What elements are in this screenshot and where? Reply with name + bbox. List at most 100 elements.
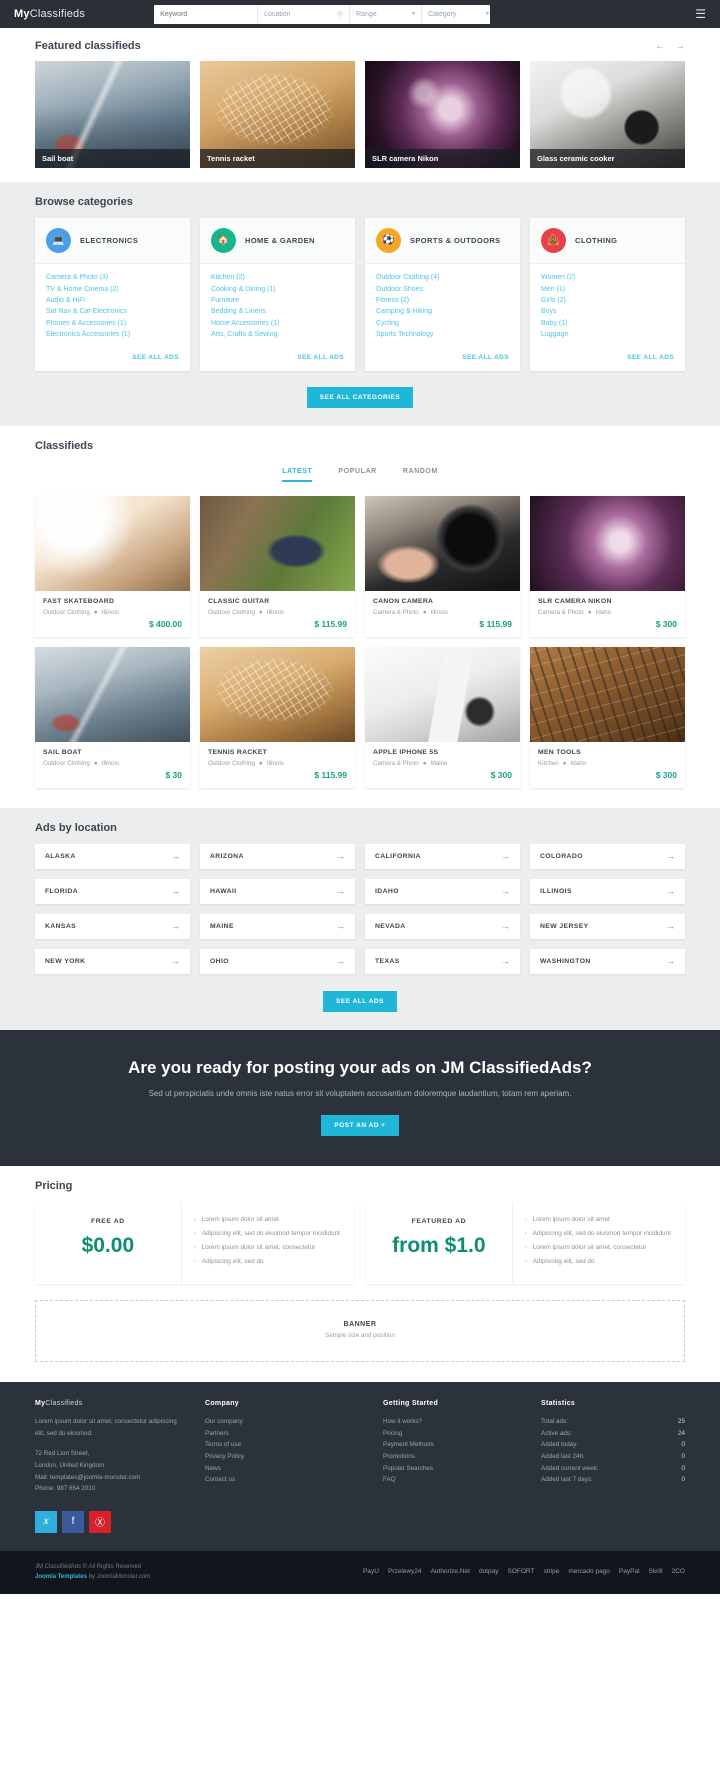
- featured-card[interactable]: Glass ceramic cooker: [530, 61, 685, 168]
- category-select[interactable]: Category ▾: [422, 4, 491, 24]
- category-link[interactable]: Electronics Accessories (1): [46, 329, 179, 340]
- footer-link[interactable]: News: [205, 1463, 365, 1475]
- footer-link[interactable]: FAQ: [383, 1474, 523, 1486]
- footer-link[interactable]: Privacy Policy: [205, 1451, 365, 1463]
- classified-card[interactable]: SAIL BOAT Outdoor Clothing ● Illinois $ …: [35, 647, 190, 789]
- location-item[interactable]: OHIO →: [200, 949, 355, 975]
- post-an-ad-button[interactable]: POST AN AD +: [321, 1115, 399, 1137]
- crosshair-icon[interactable]: ◎: [337, 11, 343, 18]
- category-link[interactable]: Kitchen (2): [211, 272, 344, 283]
- location-item[interactable]: MAINE →: [200, 914, 355, 940]
- category-link[interactable]: Camping & Hiking: [376, 306, 509, 317]
- chevron-down-icon[interactable]: ▾: [412, 11, 416, 18]
- location-item[interactable]: IDAHO →: [365, 879, 520, 905]
- range-select[interactable]: Range ▾: [350, 4, 423, 24]
- classified-card[interactable]: TENNIS RACKET Outdoor Clothing ● Illinoi…: [200, 647, 355, 789]
- category-link[interactable]: Luggage: [541, 329, 674, 340]
- location-item[interactable]: NEVADA →: [365, 914, 520, 940]
- statistic-value: 0: [681, 1464, 685, 1472]
- classified-card[interactable]: SLR CAMERA NIKON Camera & Photo ● Idaho …: [530, 496, 685, 638]
- location-item[interactable]: FLORIDA →: [35, 879, 190, 905]
- location-item[interactable]: KANSAS →: [35, 914, 190, 940]
- classified-card[interactable]: APPLE IPHONE 5S Camera & Photo ● Maine $…: [365, 647, 520, 789]
- location-item[interactable]: ARIZONA →: [200, 844, 355, 870]
- arrow-right-icon: →: [336, 886, 345, 897]
- category-link[interactable]: Furniture: [211, 295, 344, 306]
- location-item[interactable]: COLORADO →: [530, 844, 685, 870]
- classified-image: [365, 496, 520, 592]
- pinterest-icon[interactable]: Ⓧ: [89, 1510, 111, 1533]
- footer-link[interactable]: Partners: [205, 1428, 365, 1440]
- plan-feature: Adipiscing elit, sed do eiusmod tempor i…: [525, 1229, 673, 1239]
- footer-link[interactable]: How it works?: [383, 1416, 523, 1428]
- category-link[interactable]: Camera & Photo (3): [46, 272, 179, 283]
- category-link[interactable]: Outdoor Shoes: [376, 283, 509, 294]
- see-all-ads-button[interactable]: SEE ALL ADS: [323, 991, 397, 1013]
- category-link[interactable]: Girls (2): [541, 295, 674, 306]
- category-see-all-ads-link[interactable]: SEE ALL ADS: [297, 354, 344, 361]
- category-link[interactable]: Women (2): [541, 272, 674, 283]
- category-link[interactable]: Sat Nav & Car Electronics: [46, 306, 179, 317]
- location-item[interactable]: ALASKA →: [35, 844, 190, 870]
- classified-card[interactable]: CLASSIC GUITAR Outdoor Clothing ● Illino…: [200, 496, 355, 638]
- location-item[interactable]: HAWAII →: [200, 879, 355, 905]
- site-logo[interactable]: MyClassifieds: [14, 8, 85, 20]
- search-bar[interactable]: Location ◎ Range ▾ Category ▾: [154, 4, 491, 24]
- category-link[interactable]: Men (1): [541, 283, 674, 294]
- carousel-prev-icon[interactable]: ←: [655, 41, 665, 52]
- category-link[interactable]: Cycling: [376, 318, 509, 329]
- category-link[interactable]: Home Accessories (1): [211, 318, 344, 329]
- location-item[interactable]: NEW JERSEY →: [530, 914, 685, 940]
- category-card[interactable]: 🏠 HOME & GARDEN Kitchen (2) Cooking & Din…: [200, 218, 355, 372]
- location-name: WASHINGTON: [540, 958, 591, 966]
- keyword-input[interactable]: [154, 4, 259, 24]
- see-all-categories-button[interactable]: SEE ALL CATEGORIES: [306, 387, 414, 409]
- category-card[interactable]: 💻 ELECTRONICS Camera & Photo (3) TV & Hom…: [35, 218, 190, 372]
- category-link[interactable]: Outdoor Clothing (4): [376, 272, 509, 283]
- location-input[interactable]: Location ◎: [258, 4, 351, 24]
- location-item[interactable]: NEW YORK →: [35, 949, 190, 975]
- category-see-all-ads-link[interactable]: SEE ALL ADS: [132, 354, 179, 361]
- featured-card[interactable]: Sail boat: [35, 61, 190, 168]
- footer-link[interactable]: Our company: [205, 1416, 365, 1428]
- footer-link[interactable]: Popular Searches: [383, 1463, 523, 1475]
- category-link[interactable]: Phones & Accessories (1): [46, 318, 179, 329]
- category-see-all-ads-link[interactable]: SEE ALL ADS: [462, 354, 509, 361]
- footer-link[interactable]: Payment Methods: [383, 1439, 523, 1451]
- category-link[interactable]: Boys: [541, 306, 674, 317]
- hamburger-icon[interactable]: ☰: [695, 8, 706, 20]
- tab-random[interactable]: RANDOM: [403, 468, 438, 482]
- category-link[interactable]: Fitness (2): [376, 295, 509, 306]
- category-link[interactable]: Baby (1): [541, 318, 674, 329]
- category-link[interactable]: Cooking & Dining (1): [211, 283, 344, 294]
- carousel-next-icon[interactable]: →: [675, 41, 685, 52]
- tab-latest[interactable]: LATEST: [282, 468, 313, 483]
- classified-card[interactable]: FAST SKATEBOARD Outdoor Clothing ● Illin…: [35, 496, 190, 638]
- joomla-templates-link[interactable]: Joomla Templates: [35, 1574, 87, 1580]
- category-link[interactable]: Audio & HiFi: [46, 295, 179, 306]
- location-item[interactable]: TEXAS →: [365, 949, 520, 975]
- featured-card[interactable]: SLR camera Nikon: [365, 61, 520, 168]
- footer-link[interactable]: Promotions: [383, 1451, 523, 1463]
- classified-card[interactable]: CANON CAMERA Camera & Photo ● Illinois $…: [365, 496, 520, 638]
- location-item[interactable]: ILLINOIS →: [530, 879, 685, 905]
- category-link[interactable]: Arts, Crafts & Sewing: [211, 329, 344, 340]
- category-see-all-ads-link[interactable]: SEE ALL ADS: [627, 354, 674, 361]
- tab-popular[interactable]: POPULAR: [338, 468, 376, 482]
- category-link[interactable]: Sports Technology: [376, 329, 509, 340]
- chevron-down-icon[interactable]: ▾: [486, 11, 490, 18]
- location-item[interactable]: WASHINGTON →: [530, 949, 685, 975]
- category-card[interactable]: 👜 CLOTHING Women (2) Men (1) Girls (2) Boys…: [530, 218, 685, 372]
- footer-link[interactable]: Pricing: [383, 1428, 523, 1440]
- category-link[interactable]: Bedding & Linens: [211, 306, 344, 317]
- footer-link[interactable]: Contact us: [205, 1474, 365, 1486]
- location-item[interactable]: CALIFORNIA →: [365, 844, 520, 870]
- category-link[interactable]: TV & Home Cinema (2): [46, 283, 179, 294]
- facebook-icon[interactable]: f: [62, 1510, 84, 1533]
- category-card[interactable]: ⚽ SPORTS & OUTDOORS Outdoor Clothing (4)…: [365, 218, 520, 372]
- twitter-icon[interactable]: 𝑥: [35, 1510, 57, 1533]
- featured-card[interactable]: Tennis racket: [200, 61, 355, 168]
- footer-link[interactable]: Terms of use: [205, 1439, 365, 1451]
- classified-card[interactable]: MEN TOOLS Kitchen ● Idaho $ 300: [530, 647, 685, 789]
- locations-title: Ads by location: [35, 822, 117, 835]
